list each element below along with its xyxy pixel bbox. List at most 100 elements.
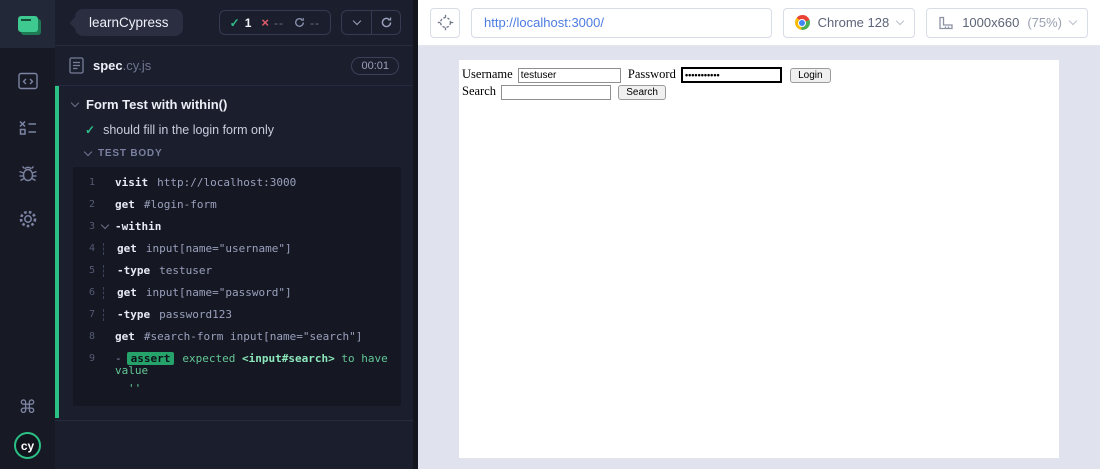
assert-expected-value: '' — [128, 382, 142, 395]
test-passed-check-icon: ✓ — [85, 123, 96, 137]
collapse-all-button[interactable] — [342, 11, 371, 34]
test-stats: ✓ 1 × -- -- — [218, 10, 331, 35]
reporter-panel: learnCypress ✓ 1 × -- -- spec.cy.js 00:0… — [55, 0, 413, 469]
assert-command-row[interactable]: 9 - assert expected <input#search> to have… — [73, 348, 401, 400]
suite-title: Form Test with within() — [86, 97, 228, 112]
cypress-runner-window: ⌘ cy learnCypress ✓ 1 × -- -- spec.cy.js… — [0, 0, 1100, 469]
stat-failed: × -- — [261, 16, 284, 30]
command-row[interactable]: 6 get input[name="password"] — [73, 282, 401, 304]
passed-count: 1 — [244, 15, 252, 30]
command-number: 2 — [88, 199, 95, 210]
suite-block: Form Test with within() ✓ should fill in… — [55, 86, 413, 418]
login-form-row: Username Password Login — [462, 66, 1056, 84]
test-body-header[interactable]: TEST BODY — [59, 147, 413, 159]
test-row[interactable]: ✓ should fill in the login form only — [59, 123, 413, 137]
spec-filename: spec.cy.js — [93, 58, 151, 73]
command-args: testuser — [159, 264, 213, 277]
username-field[interactable] — [517, 67, 621, 83]
command-number: 6 — [88, 287, 95, 298]
selector-playground-button[interactable] — [430, 7, 460, 38]
spec-duration-badge: 00:01 — [351, 56, 399, 75]
username-label: Username — [462, 67, 513, 81]
test-body-chevron-icon — [83, 147, 93, 157]
assert-pre-text: expected — [182, 352, 236, 365]
command-row[interactable]: 2 get #login-form — [73, 194, 401, 216]
spec-name-ext: .cy.js — [122, 58, 152, 73]
command-number: 1 — [88, 177, 95, 188]
spec-file-icon — [69, 57, 84, 74]
command-args: #login-form — [143, 198, 217, 211]
refresh-icon — [380, 16, 393, 29]
sidebar-item-debug[interactable] — [17, 162, 39, 184]
command-number: 8 — [88, 331, 95, 342]
sidebar-bottom: ⌘ cy — [14, 399, 41, 469]
command-args: password123 — [159, 308, 232, 321]
chevron-down-icon — [352, 16, 361, 26]
sidebar-item-spec-active[interactable] — [0, 0, 55, 48]
search-label: Search — [462, 84, 497, 99]
browser-label: Chrome 128 — [817, 15, 890, 30]
stage-toolbar: Chrome 128 1000x660 (75%) — [418, 0, 1100, 46]
viewport-label: 1000x660 — [962, 15, 1020, 30]
suite-chevron-icon — [70, 98, 80, 108]
failed-count: -- — [274, 15, 284, 30]
stat-pending: -- — [294, 16, 320, 30]
command-number: 9 — [88, 353, 95, 364]
command-row[interactable]: 4 get input[name="username"] — [73, 238, 401, 260]
command-method: get — [117, 286, 137, 299]
sidebar-item-settings[interactable] — [17, 208, 39, 230]
search-field[interactable] — [501, 84, 612, 100]
login-button[interactable]: Login — [790, 67, 831, 83]
cypress-logo[interactable]: cy — [14, 432, 41, 459]
sidebar: ⌘ cy — [0, 0, 55, 469]
viewport-select-button[interactable]: 1000x660 (75%) — [926, 7, 1088, 38]
command-method: -type — [117, 308, 151, 321]
app-preview-area: Username Password Login Search Search — [418, 46, 1100, 469]
search-button[interactable]: Search — [618, 84, 666, 100]
crosshair-icon — [437, 14, 454, 31]
pending-count: -- — [310, 15, 320, 30]
command-row[interactable]: 7 -type password123 — [73, 304, 401, 326]
chevron-down-icon — [1068, 16, 1078, 26]
reporter-divider — [55, 420, 413, 421]
project-name: learnCypress — [89, 15, 169, 30]
cypress-logo-text: cy — [20, 438, 35, 453]
command-number: 5 — [88, 265, 95, 276]
rerun-tests-button[interactable] — [371, 11, 400, 34]
app-under-test: Username Password Login Search Search — [459, 60, 1059, 458]
suite-header[interactable]: Form Test with within() — [59, 97, 413, 112]
url-input[interactable] — [471, 7, 772, 38]
checklist-icon — [18, 118, 38, 136]
sidebar-nav — [17, 70, 39, 230]
bug-icon — [18, 164, 38, 183]
command-method: get — [117, 242, 137, 255]
assert-subject: <input#search> — [241, 352, 335, 365]
command-args: #search-form input[name="search"] — [143, 330, 363, 343]
code-window-icon — [17, 72, 38, 90]
command-method: -within — [115, 220, 162, 233]
command-number: 7 — [88, 309, 95, 320]
command-row[interactable]: 1 visit http://localhost:3000 — [73, 172, 401, 194]
sidebar-item-runs[interactable] — [17, 116, 39, 138]
command-row[interactable]: 5 -type testuser — [73, 260, 401, 282]
keyboard-shortcuts-button[interactable]: ⌘ — [19, 399, 37, 418]
command-row[interactable]: 3 -within — [73, 216, 401, 238]
command-args: http://localhost:3000 — [157, 176, 297, 189]
pending-restart-icon — [294, 17, 305, 28]
spec-name-bold: spec — [93, 58, 123, 73]
command-row[interactable]: 8 get #search-form input[name="search"] — [73, 326, 401, 348]
chrome-icon — [794, 15, 810, 30]
command-key-icon: ⌘ — [18, 397, 37, 418]
password-field[interactable] — [680, 67, 782, 84]
test-title: should fill in the login form only — [103, 123, 274, 137]
browser-select-button[interactable]: Chrome 128 — [782, 7, 916, 38]
test-body-label: TEST BODY — [98, 148, 163, 159]
app-stage: Chrome 128 1000x660 (75%) Username — [418, 0, 1100, 469]
reporter-header: learnCypress ✓ 1 × -- -- — [55, 0, 413, 46]
sidebar-item-specs[interactable] — [17, 70, 39, 92]
project-name-pill: learnCypress — [75, 9, 183, 36]
passed-check-icon: ✓ — [229, 15, 240, 30]
command-method: get — [115, 330, 135, 343]
command-log: 1 visit http://localhost:3000 2 get #login… — [73, 167, 401, 406]
spec-row[interactable]: spec.cy.js 00:01 — [55, 46, 413, 86]
